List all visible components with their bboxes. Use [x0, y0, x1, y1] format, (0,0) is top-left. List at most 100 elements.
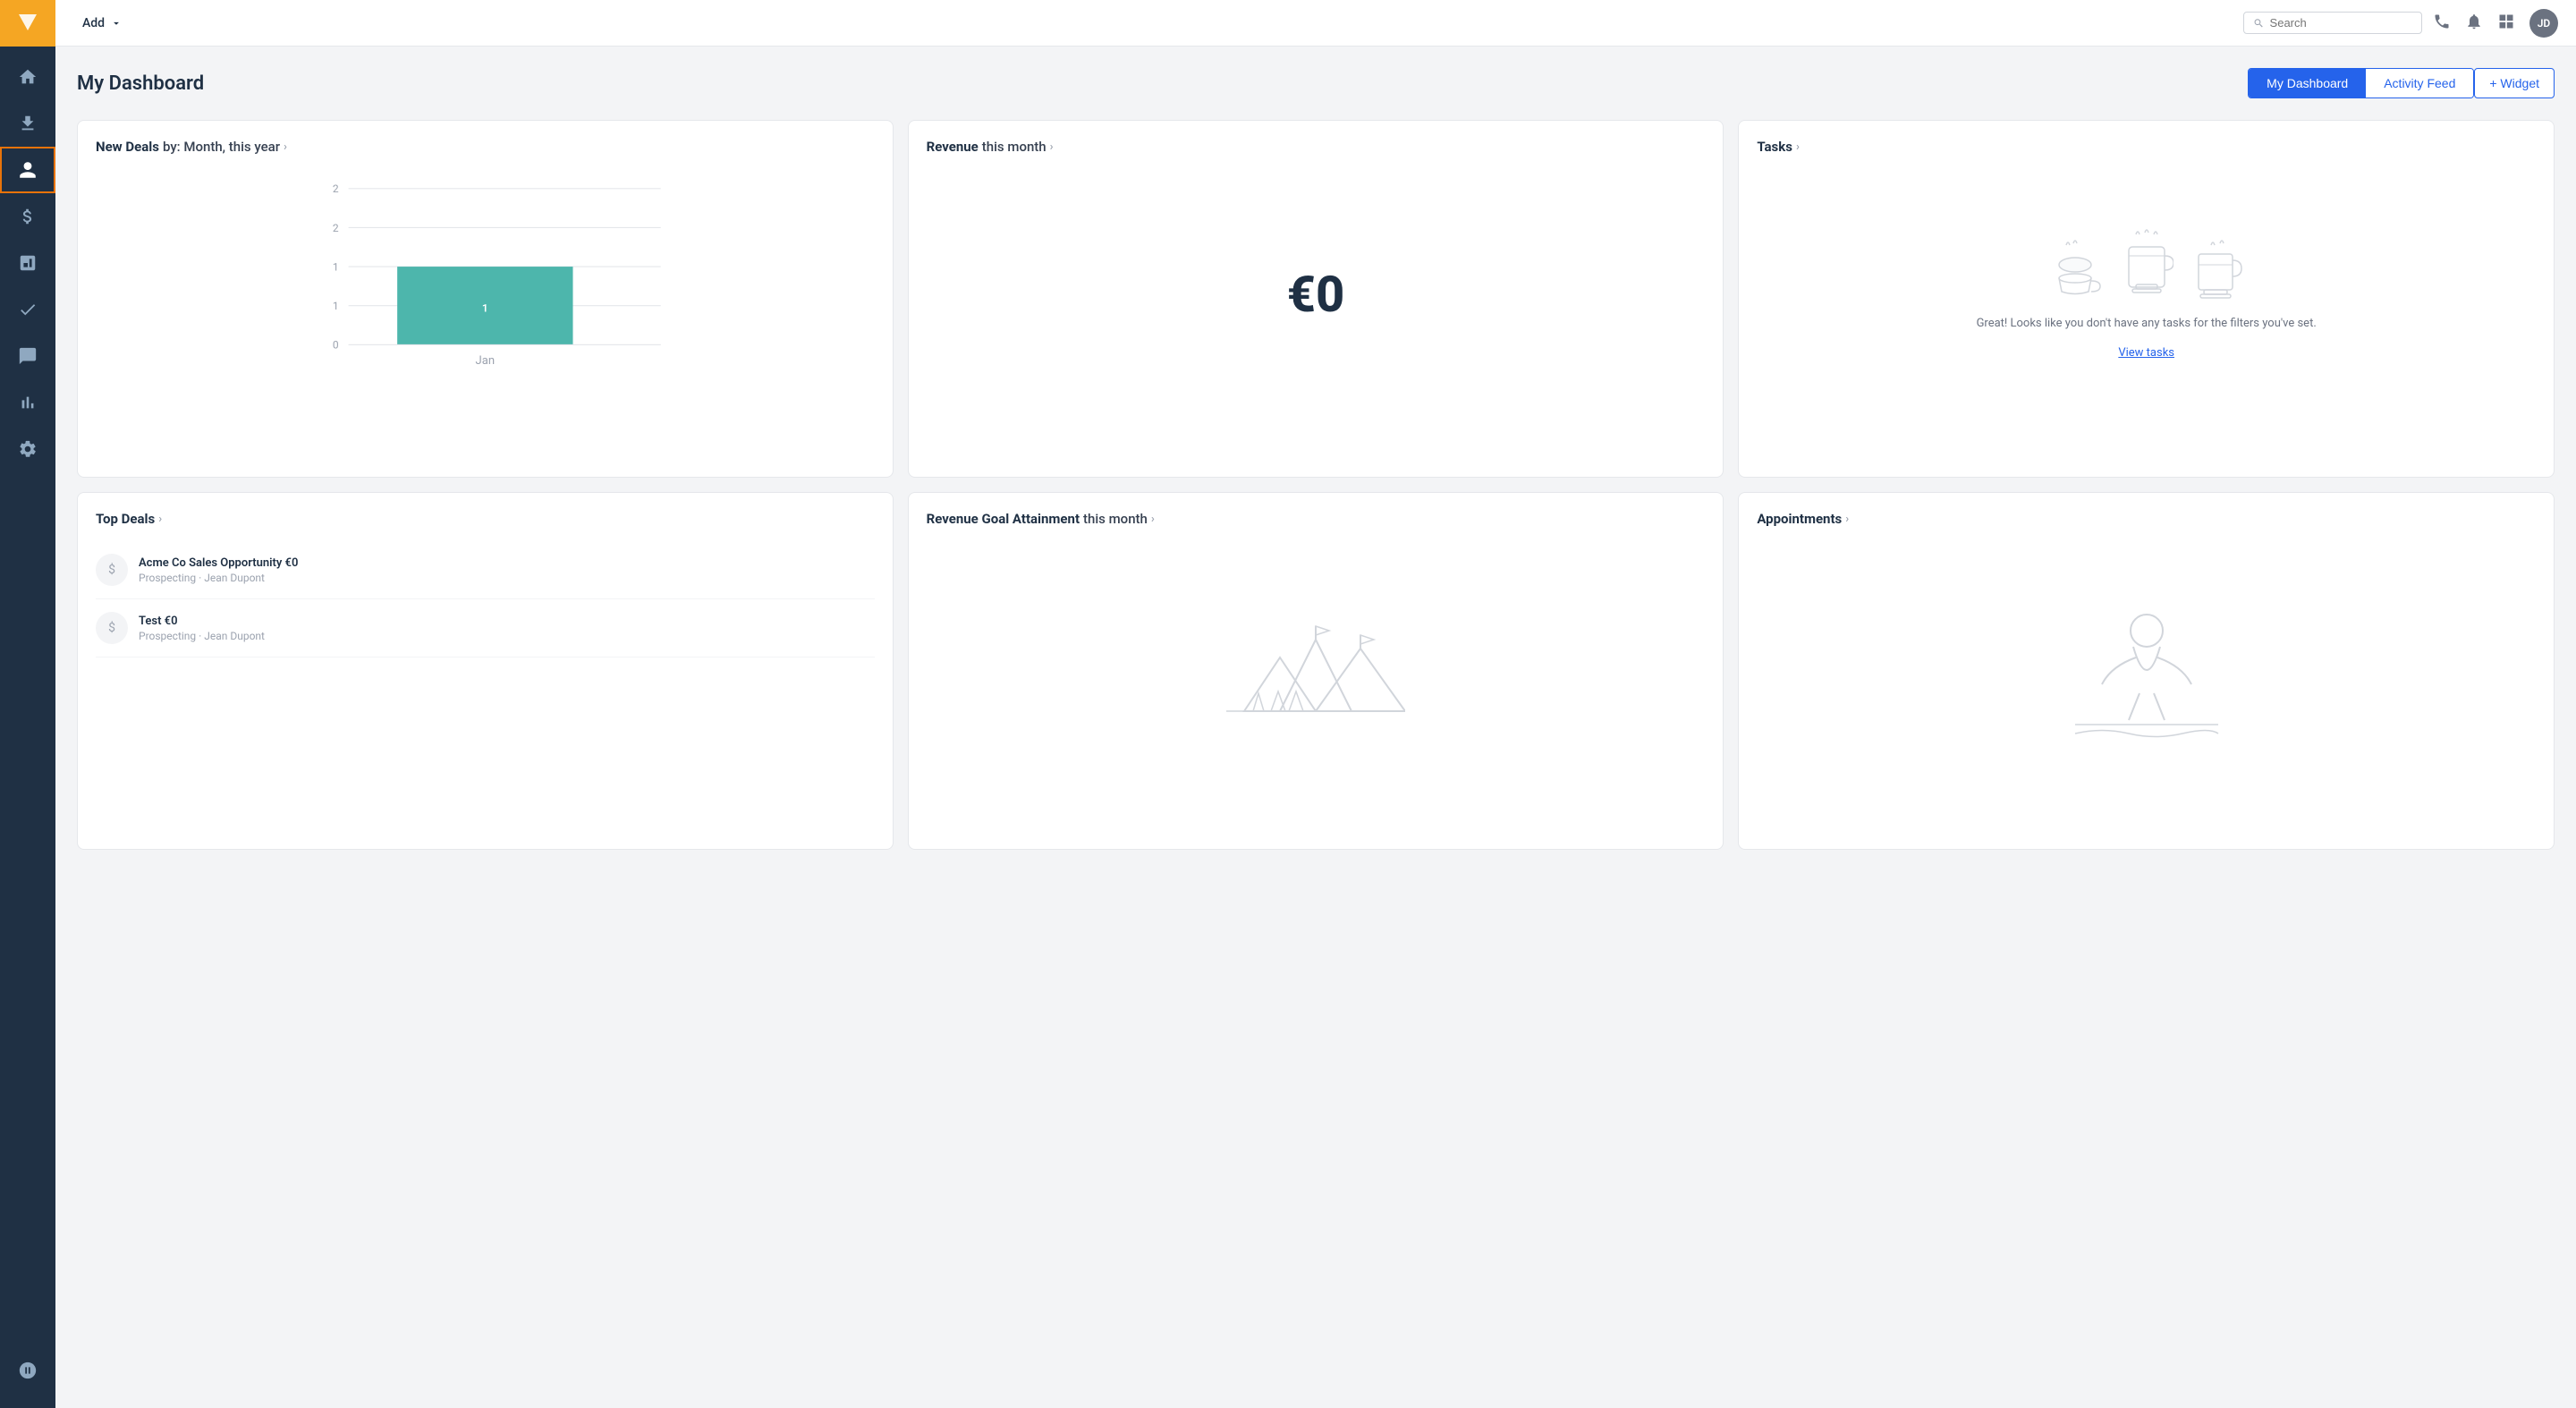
- svg-text:1: 1: [333, 300, 339, 312]
- deal-info-0: Acme Co Sales Opportunity €0 Prospecting…: [139, 556, 875, 584]
- top-deals-chevron: ›: [158, 513, 162, 526]
- appointments-title[interactable]: Appointments ›: [1757, 511, 2536, 527]
- download-icon: [18, 114, 38, 133]
- page-header: My Dashboard My Dashboard Activity Feed …: [77, 68, 2555, 98]
- tasks-empty-message: Great! Looks like you don't have any tas…: [1977, 315, 2317, 333]
- chart-area: 2 2 1 1 0 1 Jan: [96, 169, 875, 420]
- deal-info-1: Test €0 Prospecting · Jean Dupont: [139, 615, 875, 642]
- appointments-title-text: Appointments: [1757, 511, 1842, 527]
- search-input[interactable]: [2270, 16, 2412, 30]
- revenue-value: €0: [927, 169, 1706, 420]
- top-deals-title[interactable]: Top Deals ›: [96, 511, 875, 527]
- deal-sub-0: Prospecting · Jean Dupont: [139, 572, 875, 584]
- sidebar-item-chat[interactable]: [0, 333, 55, 379]
- coffee-icons: [2048, 229, 2245, 301]
- revenue-goal-title[interactable]: Revenue Goal Attainment this month ›: [927, 511, 1706, 527]
- home-icon: [18, 67, 38, 87]
- sidebar-item-download[interactable]: [0, 100, 55, 147]
- new-deals-title-bold: New Deals: [96, 139, 159, 155]
- deal-icon-0: $: [96, 554, 128, 586]
- settings-icon: [18, 439, 38, 459]
- grid-icon[interactable]: [2497, 13, 2515, 34]
- chat-icon: [18, 346, 38, 366]
- chart-icon: [18, 253, 38, 273]
- relax-icon: [2057, 586, 2236, 747]
- analytics-icon: [18, 393, 38, 412]
- svg-text:Jan: Jan: [476, 354, 496, 368]
- sidebar-bottom: [0, 1347, 55, 1408]
- widget-tasks: Tasks ›: [1738, 120, 2555, 478]
- sidebar-item-home[interactable]: [0, 54, 55, 100]
- phone-icon[interactable]: [2433, 13, 2451, 34]
- tasks-empty-state: Great! Looks like you don't have any tas…: [1757, 169, 2536, 420]
- coffee-cup-2-icon: [2120, 229, 2174, 301]
- svg-text:1: 1: [333, 260, 339, 273]
- top-deals-title-text: Top Deals: [96, 511, 155, 527]
- widget-top-deals: Top Deals › $ Acme Co Sales Opportunity …: [77, 492, 894, 850]
- page-title: My Dashboard: [77, 72, 2248, 95]
- widget-grid: New Deals by: Month, this year › 2: [77, 120, 2555, 850]
- svg-text:2: 2: [333, 182, 339, 195]
- sidebar-item-analytics[interactable]: [0, 379, 55, 426]
- add-button[interactable]: Add: [73, 11, 131, 36]
- revenue-chevron: ›: [1050, 140, 1054, 154]
- sidebar-nav: [0, 47, 55, 1347]
- widget-appointments: Appointments ›: [1738, 492, 2555, 850]
- revenue-title-rest: this month: [982, 139, 1046, 155]
- deal-item-0[interactable]: $ Acme Co Sales Opportunity €0 Prospecti…: [96, 541, 875, 599]
- svg-text:0: 0: [333, 339, 339, 352]
- main-container: Add JD My Dashboard My Dashboard: [55, 0, 2576, 1408]
- deal-name-0: Acme Co Sales Opportunity €0: [139, 556, 875, 570]
- logo[interactable]: [0, 0, 55, 47]
- content-area: My Dashboard My Dashboard Activity Feed …: [55, 47, 2576, 1408]
- view-tasks-link[interactable]: View tasks: [2118, 346, 2174, 360]
- tab-activity-feed[interactable]: Activity Feed: [2366, 69, 2473, 98]
- svg-text:1: 1: [482, 301, 488, 314]
- tasks-chevron: ›: [1796, 140, 1800, 154]
- deal-name-1: Test €0: [139, 615, 875, 628]
- add-label: Add: [82, 16, 105, 30]
- search-box[interactable]: [2243, 12, 2422, 34]
- appointments-chevron: ›: [1845, 513, 1849, 526]
- sidebar-item-dollar[interactable]: [0, 193, 55, 240]
- avatar[interactable]: JD: [2529, 9, 2558, 38]
- new-deals-title[interactable]: New Deals by: Month, this year ›: [96, 139, 875, 155]
- add-widget-button[interactable]: + Widget: [2474, 68, 2555, 98]
- deal-sub-1: Prospecting · Jean Dupont: [139, 630, 875, 642]
- revenue-title[interactable]: Revenue this month ›: [927, 139, 1706, 155]
- dollar-icon: [18, 207, 38, 226]
- widget-new-deals: New Deals by: Month, this year › 2: [77, 120, 894, 478]
- revenue-title-bold: Revenue: [927, 139, 979, 155]
- mountain-icon: [1226, 586, 1405, 747]
- zendesk-icon: [18, 1361, 38, 1380]
- sidebar-item-tasks[interactable]: [0, 286, 55, 333]
- tasks-title[interactable]: Tasks ›: [1757, 139, 2536, 155]
- chevron-down-icon: [110, 17, 123, 30]
- coffee-cup-1-icon: [2048, 238, 2102, 301]
- sidebar-item-zendesk[interactable]: [0, 1347, 55, 1394]
- revenue-goal-title-rest: this month: [1083, 511, 1148, 527]
- check-icon: [18, 300, 38, 319]
- new-deals-title-rest: by: Month, this year: [163, 139, 280, 155]
- sidebar-item-settings[interactable]: [0, 426, 55, 472]
- tab-group: My Dashboard Activity Feed: [2248, 68, 2474, 98]
- new-deals-chevron: ›: [284, 140, 287, 154]
- tasks-title-text: Tasks: [1757, 139, 1792, 155]
- logo-icon: [15, 11, 40, 36]
- widget-revenue: Revenue this month › €0: [908, 120, 1724, 478]
- tab-my-dashboard[interactable]: My Dashboard: [2249, 69, 2366, 98]
- deal-item-1[interactable]: $ Test €0 Prospecting · Jean Dupont: [96, 599, 875, 657]
- sidebar-item-person[interactable]: [0, 147, 55, 193]
- deal-icon-1: $: [96, 612, 128, 644]
- search-icon: [2253, 17, 2265, 30]
- topbar-icons: JD: [2433, 9, 2558, 38]
- sidebar-item-chart[interactable]: [0, 240, 55, 286]
- widget-revenue-goal: Revenue Goal Attainment this month ›: [908, 492, 1724, 850]
- coffee-cup-3-icon: [2191, 238, 2245, 301]
- appointments-illustration: [1757, 541, 2536, 792]
- revenue-goal-chevron: ›: [1151, 513, 1155, 526]
- sidebar: [0, 0, 55, 1408]
- bar-chart: 2 2 1 1 0 1 Jan: [96, 169, 875, 384]
- revenue-goal-illustration: [927, 541, 1706, 792]
- bell-icon[interactable]: [2465, 13, 2483, 34]
